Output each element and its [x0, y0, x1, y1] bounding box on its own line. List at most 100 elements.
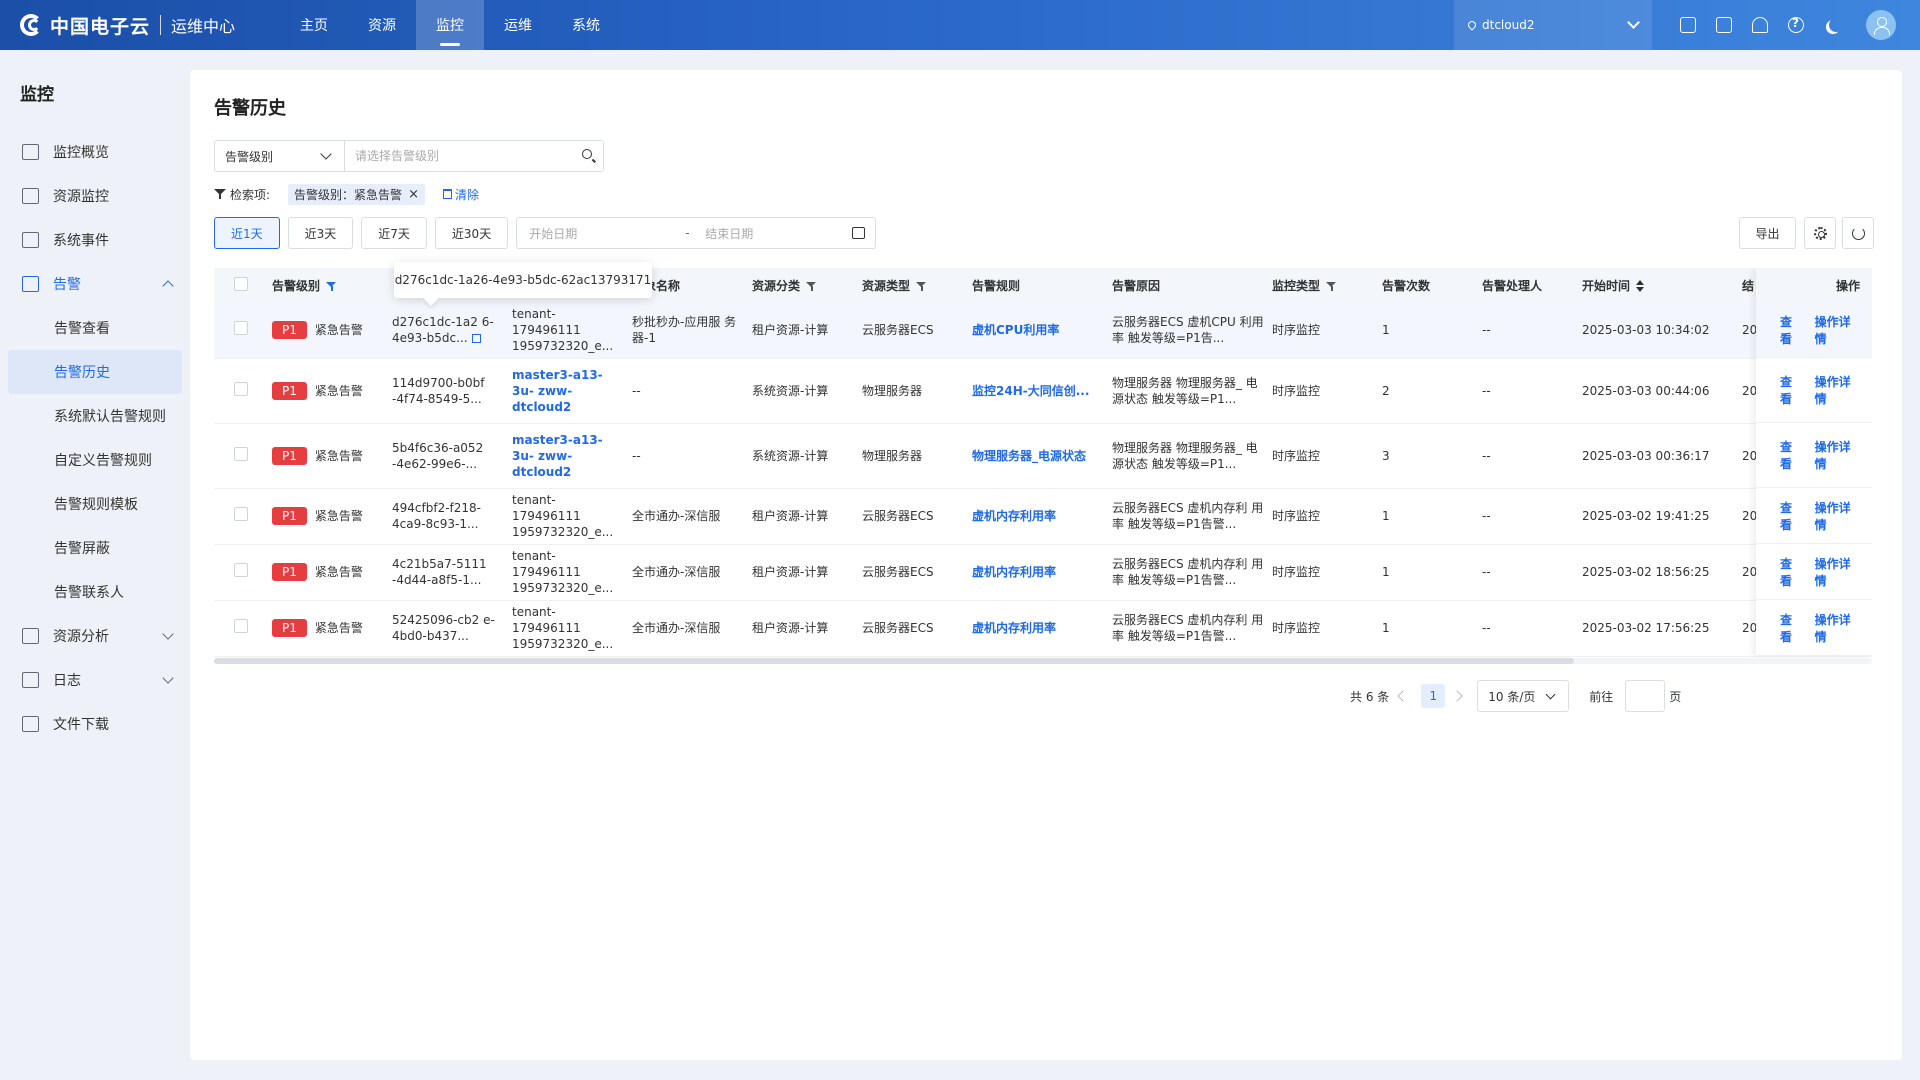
op-details-button[interactable]: 操作详情 — [1815, 438, 1860, 472]
monitor-icon — [22, 188, 39, 204]
nav-monitor[interactable]: 监控 — [416, 0, 484, 50]
row-checkbox[interactable] — [234, 563, 248, 577]
nav-resources[interactable]: 资源 — [348, 0, 416, 50]
op-details-button[interactable]: 操作详情 — [1815, 373, 1860, 407]
refresh-button[interactable] — [1842, 217, 1874, 249]
table-row[interactable]: P1 紧急告警 d276c1dc-1a2 6-4e93-b5dc... tenant-… — [214, 302, 1872, 359]
sidebar-sub-alarm-view[interactable]: 告警查看 — [0, 306, 190, 350]
avatar[interactable] — [1866, 10, 1896, 40]
op-details-button[interactable]: 操作详情 — [1815, 313, 1860, 347]
horizontal-scrollbar[interactable] — [214, 658, 1872, 664]
range-30d-button[interactable]: 近30天 — [434, 217, 509, 249]
sidebar-item-alarm[interactable]: 告警 — [0, 262, 190, 306]
moon-icon[interactable] — [1824, 17, 1840, 33]
logo[interactable]: 中国电子云 运维中心 — [0, 0, 280, 50]
row-checkbox[interactable] — [234, 446, 248, 461]
goto-page-input[interactable] — [1625, 680, 1666, 712]
tenant-selector[interactable]: dtcloud2 — [1454, 0, 1652, 50]
ops-cell: 查看 操作详情 — [1756, 358, 1872, 423]
op-details-button[interactable]: 操作详情 — [1815, 555, 1860, 589]
bell-icon[interactable] — [1752, 17, 1768, 33]
row-checkbox[interactable] — [234, 507, 248, 521]
nav-home[interactable]: 主页 — [280, 0, 348, 50]
range-1d-button[interactable]: 近1天 — [214, 217, 280, 249]
copy-icon[interactable] — [471, 333, 481, 343]
clear-button[interactable]: 清除 — [442, 186, 479, 203]
current-page[interactable]: 1 — [1421, 684, 1446, 708]
filter-value-input[interactable] — [345, 141, 573, 171]
range-3d-button[interactable]: 近3天 — [287, 217, 354, 249]
sidebar-sub-rule-templates[interactable]: 告警规则模板 — [0, 482, 190, 526]
table-row[interactable]: P1 紧急告警 4c21b5a7-5111 -4d44-a8f5-1... tenan… — [214, 544, 1872, 601]
sort-icon[interactable] — [1636, 280, 1645, 292]
alarm-id[interactable]: 52425096-cb2 e-4bd0-b437... — [392, 613, 495, 643]
alarm-id[interactable]: 494cfbf2-f218- 4ca9-8c93-1... — [392, 501, 481, 531]
sidebar-item-resource-monitor[interactable]: 资源监控 — [0, 174, 190, 218]
cell-count: 2 — [1374, 358, 1474, 424]
close-icon[interactable]: × — [408, 187, 419, 202]
tenant-value[interactable]: master3-a13-3u- zww-dtcloud2 — [512, 433, 603, 479]
scrollbar-thumb[interactable] — [214, 658, 1574, 664]
sidebar-item-file-download[interactable]: 文件下载 — [0, 702, 190, 746]
screen-icon[interactable] — [1680, 17, 1696, 33]
op-details-button[interactable]: 操作详情 — [1815, 499, 1860, 533]
sidebar-sub-alarm-contacts[interactable]: 告警联系人 — [0, 570, 190, 614]
select-all-checkbox[interactable] — [234, 276, 248, 291]
rule-link[interactable]: 虚机CPU利用率 — [972, 323, 1059, 337]
view-button[interactable]: 查看 — [1780, 499, 1803, 533]
filter-icon[interactable] — [916, 281, 927, 292]
rule-link[interactable]: 虚机内存利用率 — [972, 509, 1056, 523]
sidebar-item-overview[interactable]: 监控概览 — [0, 130, 190, 174]
rule-link[interactable]: 监控24H-大同信创... — [972, 384, 1089, 398]
table-row[interactable]: P1 紧急告警 494cfbf2-f218- 4ca9-8c93-1... tenan… — [214, 488, 1872, 545]
next-page-icon[interactable] — [1451, 690, 1463, 702]
alarm-id[interactable]: 5b4f6c36-a052 -4e62-99e6-... — [392, 441, 483, 471]
filter-icon[interactable] — [806, 281, 817, 292]
alarm-id[interactable]: 4c21b5a7-5111 -4d44-a8f5-1... — [392, 557, 487, 587]
cell-monitor-type: 时序监控 — [1264, 302, 1374, 359]
table-row[interactable]: P1 紧急告警 52425096-cb2 e-4bd0-b437... tenant-… — [214, 600, 1872, 657]
rule-link[interactable]: 物理服务器_电源状态 — [972, 449, 1086, 463]
view-button[interactable]: 查看 — [1780, 611, 1803, 645]
view-button[interactable]: 查看 — [1780, 555, 1803, 589]
tenant-value[interactable]: master3-a13-3u- zww-dtcloud2 — [512, 368, 603, 414]
view-button[interactable]: 查看 — [1780, 438, 1803, 472]
alarm-id[interactable]: 114d9700-b0bf -4f74-8549-5... — [392, 376, 484, 406]
settings-button[interactable] — [1804, 217, 1836, 249]
sidebar-item-system-events[interactable]: 系统事件 — [0, 218, 190, 262]
table-row[interactable]: P1 紧急告警 5b4f6c36-a052 -4e62-99e6-... master… — [214, 423, 1872, 489]
sidebar-sub-default-rules[interactable]: 系统默认告警规则 — [0, 394, 190, 438]
export-button[interactable]: 导出 — [1739, 217, 1796, 249]
filter-icon[interactable] — [326, 281, 337, 292]
document-icon[interactable] — [1716, 17, 1732, 33]
search-icon[interactable] — [573, 141, 603, 171]
sidebar-item-resource-analysis[interactable]: 资源分析 — [0, 614, 190, 658]
filter-field-select[interactable]: 告警级别 — [215, 141, 345, 171]
sidebar-sub-alarm-mask[interactable]: 告警屏蔽 — [0, 526, 190, 570]
page-size-select[interactable]: 10 条/页 — [1477, 680, 1570, 712]
table-row[interactable]: P1 紧急告警 114d9700-b0bf -4f74-8549-5... maste… — [214, 358, 1872, 424]
nav-system[interactable]: 系统 — [552, 0, 620, 50]
view-button[interactable]: 查看 — [1780, 313, 1803, 347]
filter-icon[interactable] — [1326, 281, 1337, 292]
sidebar-sub-custom-rules[interactable]: 自定义告警规则 — [0, 438, 190, 482]
sidebar-item-logs[interactable]: 日志 — [0, 658, 190, 702]
col-start-time[interactable]: 开始时间 — [1574, 268, 1734, 302]
nav-ops[interactable]: 运维 — [484, 0, 552, 50]
cell-category: 系统资源-计算 — [744, 423, 854, 489]
help-icon[interactable] — [1788, 16, 1804, 33]
row-checkbox[interactable] — [234, 320, 248, 335]
sidebar-sub-alarm-history[interactable]: 告警历史 — [8, 350, 182, 394]
row-checkbox[interactable] — [234, 619, 248, 633]
range-7d-button[interactable]: 近7天 — [361, 217, 427, 249]
analysis-icon — [22, 628, 39, 644]
rule-link[interactable]: 虚机内存利用率 — [972, 565, 1056, 579]
prev-page-icon[interactable] — [1397, 690, 1409, 702]
row-checkbox[interactable] — [234, 381, 248, 396]
op-details-button[interactable]: 操作详情 — [1815, 611, 1860, 645]
rule-link[interactable]: 虚机内存利用率 — [972, 621, 1056, 635]
date-range-picker[interactable]: 开始日期 - 结束日期 — [516, 217, 877, 249]
cell-level: P1 紧急告警 — [264, 488, 384, 545]
view-button[interactable]: 查看 — [1780, 373, 1803, 407]
sidebar-title: 监控 — [20, 85, 54, 105]
